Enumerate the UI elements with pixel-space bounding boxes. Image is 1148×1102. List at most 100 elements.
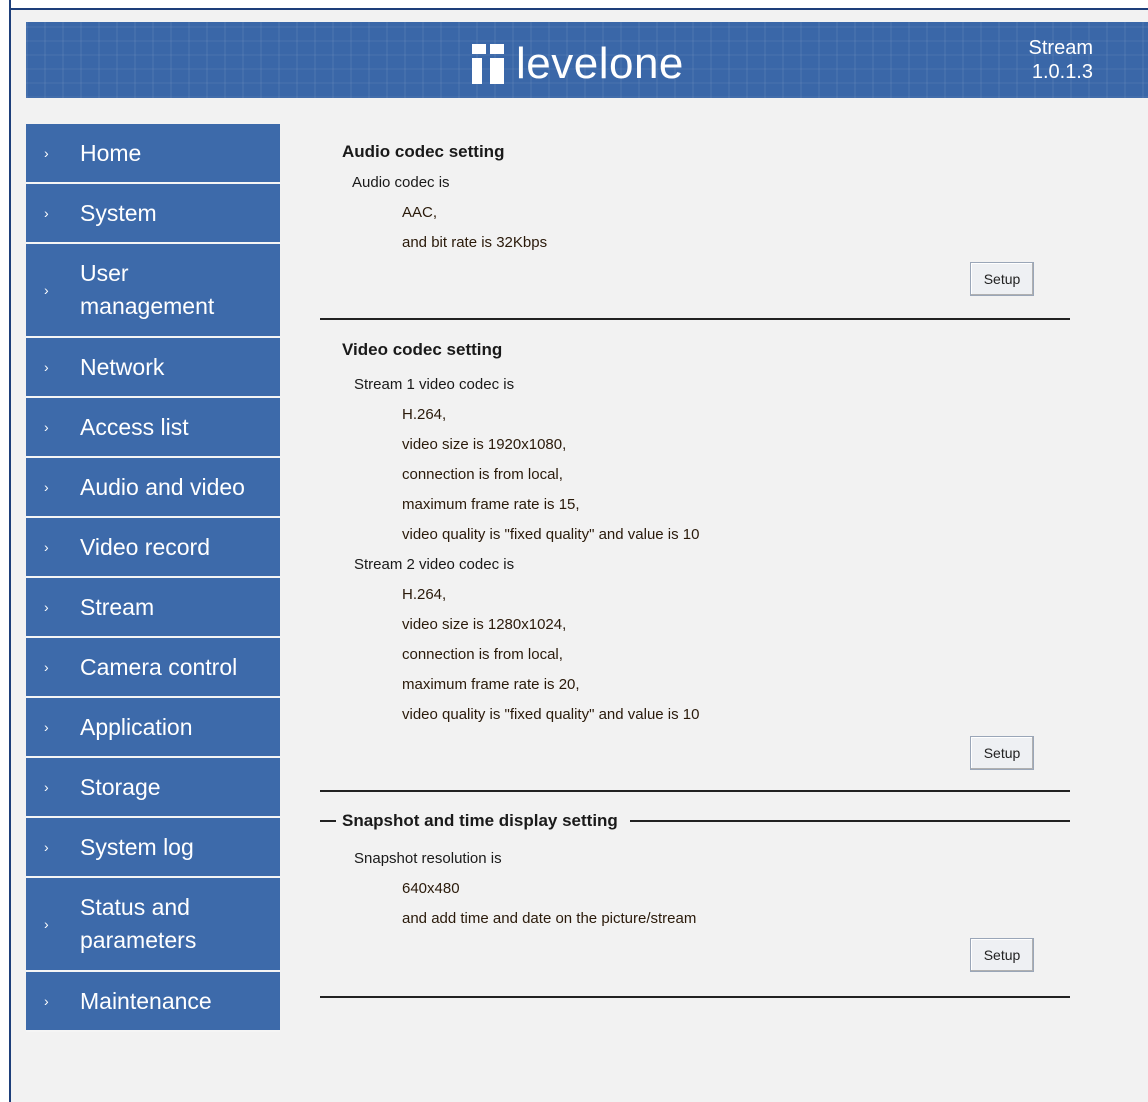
video-section-title: Video codec setting	[342, 340, 503, 359]
sidebar-item-label: Application	[80, 711, 193, 744]
audio-section-title: Audio codec setting	[342, 142, 505, 161]
sidebar-item-status-and-parameters[interactable]: › Status and parameters	[26, 878, 280, 972]
sidebar-item-stream[interactable]: › Stream	[26, 578, 280, 638]
bullet-icon: ›	[44, 659, 49, 675]
header-banner: levelone Stream 1.0.1.3	[26, 22, 1148, 98]
sidebar-item-audio-and-video[interactable]: › Audio and video	[26, 458, 280, 518]
audio-bitrate: and bit rate is 32Kbps	[402, 234, 548, 251]
sidebar-item-label-line: parameters	[80, 927, 197, 953]
bullet-icon: ›	[44, 205, 49, 221]
video-setup-button[interactable]: Setup	[970, 736, 1034, 770]
divider	[320, 790, 1070, 792]
sidebar-item-maintenance[interactable]: › Maintenance	[26, 972, 280, 1032]
audio-codec-intro: Audio codec is	[352, 174, 450, 191]
sidebar-item-label-line: management	[80, 293, 215, 319]
stream2-framerate: maximum frame rate is 20,	[402, 676, 580, 693]
sidebar-item-home[interactable]: › Home	[26, 124, 280, 184]
sidebar-item-application[interactable]: › Application	[26, 698, 280, 758]
bullet-icon: ›	[44, 599, 49, 615]
sidebar-item-label: Storage	[80, 771, 161, 804]
sidebar-item-label: User management	[80, 257, 214, 323]
bullet-icon: ›	[44, 145, 49, 161]
audio-section: Audio codec setting Audio codec is AAC, …	[320, 136, 1070, 320]
stream2-quality: video quality is "fixed quality" and val…	[402, 706, 700, 723]
stream1-quality: video quality is "fixed quality" and val…	[402, 526, 700, 543]
sidebar-item-system-log[interactable]: › System log	[26, 818, 280, 878]
snapshot-intro: Snapshot resolution is	[354, 850, 502, 867]
stream1-connection: connection is from local,	[402, 466, 563, 483]
snapshot-section-title: Snapshot and time display setting	[342, 811, 618, 830]
sidebar-item-label: Audio and video	[80, 471, 245, 504]
sidebar-item-system[interactable]: › System	[26, 184, 280, 244]
sidebar-item-label-line: Video record	[80, 533, 210, 560]
bullet-icon: ›	[44, 993, 49, 1009]
sidebar-item-storage[interactable]: › Storage	[26, 758, 280, 818]
sidebar-item-label-line: Home	[80, 139, 142, 166]
sidebar-item-camera-control[interactable]: › Camera control	[26, 638, 280, 698]
legend-line-right	[629, 820, 1070, 822]
sidebar-item-video-record[interactable]: › Video record	[26, 518, 280, 578]
window-frame-top	[9, 0, 1148, 10]
stream2-size: video size is 1280x1024,	[402, 616, 567, 633]
sidebar-item-label: Home	[80, 137, 141, 170]
bullet-icon: ›	[44, 719, 49, 735]
sidebar-item-label: System	[80, 197, 157, 230]
snapshot-section: Snapshot and time display setting Snapsh…	[320, 806, 1070, 998]
sidebar-item-label-line: User	[80, 260, 129, 286]
sidebar-nav: › Home › System › User management › Network › Acce…	[26, 124, 280, 1032]
stream2-connection: connection is from local,	[402, 646, 563, 663]
stream2-codec: H.264,	[402, 586, 447, 603]
version-line-1: Stream	[1028, 37, 1093, 59]
sidebar-item-label: Network	[80, 351, 164, 384]
stream1-size: video size is 1920x1080,	[402, 436, 567, 453]
sidebar-item-label: Maintenance	[80, 985, 212, 1018]
sidebar-item-user-management[interactable]: › User management	[26, 244, 280, 338]
divider	[320, 318, 1070, 320]
stream1-intro: Stream 1 video codec is	[354, 376, 515, 393]
legend-line-left	[320, 820, 336, 822]
sidebar-item-label-line: Status and	[80, 894, 190, 920]
sidebar-item-label-line: Maintenance	[80, 987, 212, 1014]
sidebar-item-label: Status and parameters	[80, 891, 196, 957]
divider	[320, 996, 1070, 998]
sidebar-item-label-line: Network	[80, 353, 165, 380]
sidebar-item-access-list[interactable]: › Access list	[26, 398, 280, 458]
sidebar-item-network[interactable]: › Network	[26, 338, 280, 398]
snapshot-overlay: and add time and date on the picture/str…	[402, 910, 697, 927]
sidebar-item-label: System log	[80, 831, 194, 864]
bullet-icon: ›	[44, 839, 49, 855]
audio-codec-value: AAC,	[402, 204, 438, 221]
logo-text: levelone	[516, 39, 684, 88]
sidebar-item-label: Camera control	[80, 651, 237, 684]
snapshot-setup-button[interactable]: Setup	[970, 938, 1034, 972]
stream1-codec: H.264,	[402, 406, 447, 423]
sidebar-item-label-line: Camera control	[80, 653, 238, 680]
sidebar-item-label: Stream	[80, 591, 154, 624]
main-content: Audio codec setting Audio codec is AAC, …	[320, 136, 1070, 998]
brand-logo: levelone	[472, 40, 684, 88]
sidebar-item-label: Access list	[80, 411, 189, 444]
bullet-icon: ›	[44, 419, 49, 435]
stream1-framerate: maximum frame rate is 15,	[402, 496, 580, 513]
bullet-icon: ›	[44, 539, 49, 555]
sidebar-item-label-line: Application	[80, 713, 193, 740]
sidebar-item-label-line: System	[80, 199, 157, 226]
stream2-intro: Stream 2 video codec is	[354, 556, 515, 573]
bullet-icon: ›	[44, 282, 49, 298]
sidebar-item-label-line: System log	[80, 833, 194, 860]
version-line-2: 1.0.1.3	[1031, 61, 1093, 83]
audio-setup-button[interactable]: Setup	[970, 262, 1034, 296]
levelone-logo-icon	[472, 44, 506, 84]
sidebar-item-label-line: Access list	[80, 413, 189, 440]
video-section: Video codec setting Stream 1 video codec…	[320, 330, 1070, 792]
window-frame-left	[0, 0, 11, 1102]
bullet-icon: ›	[44, 479, 49, 495]
bullet-icon: ›	[44, 359, 49, 375]
version-label: Stream 1.0.1.3	[1029, 36, 1093, 84]
bullet-icon: ›	[44, 916, 49, 932]
snapshot-legend: Snapshot and time display setting	[320, 806, 1070, 836]
sidebar-item-label-line: Storage	[80, 773, 161, 800]
bullet-icon: ›	[44, 779, 49, 795]
sidebar-item-label: Video record	[80, 531, 210, 564]
sidebar-item-label-line: Stream	[80, 593, 155, 620]
